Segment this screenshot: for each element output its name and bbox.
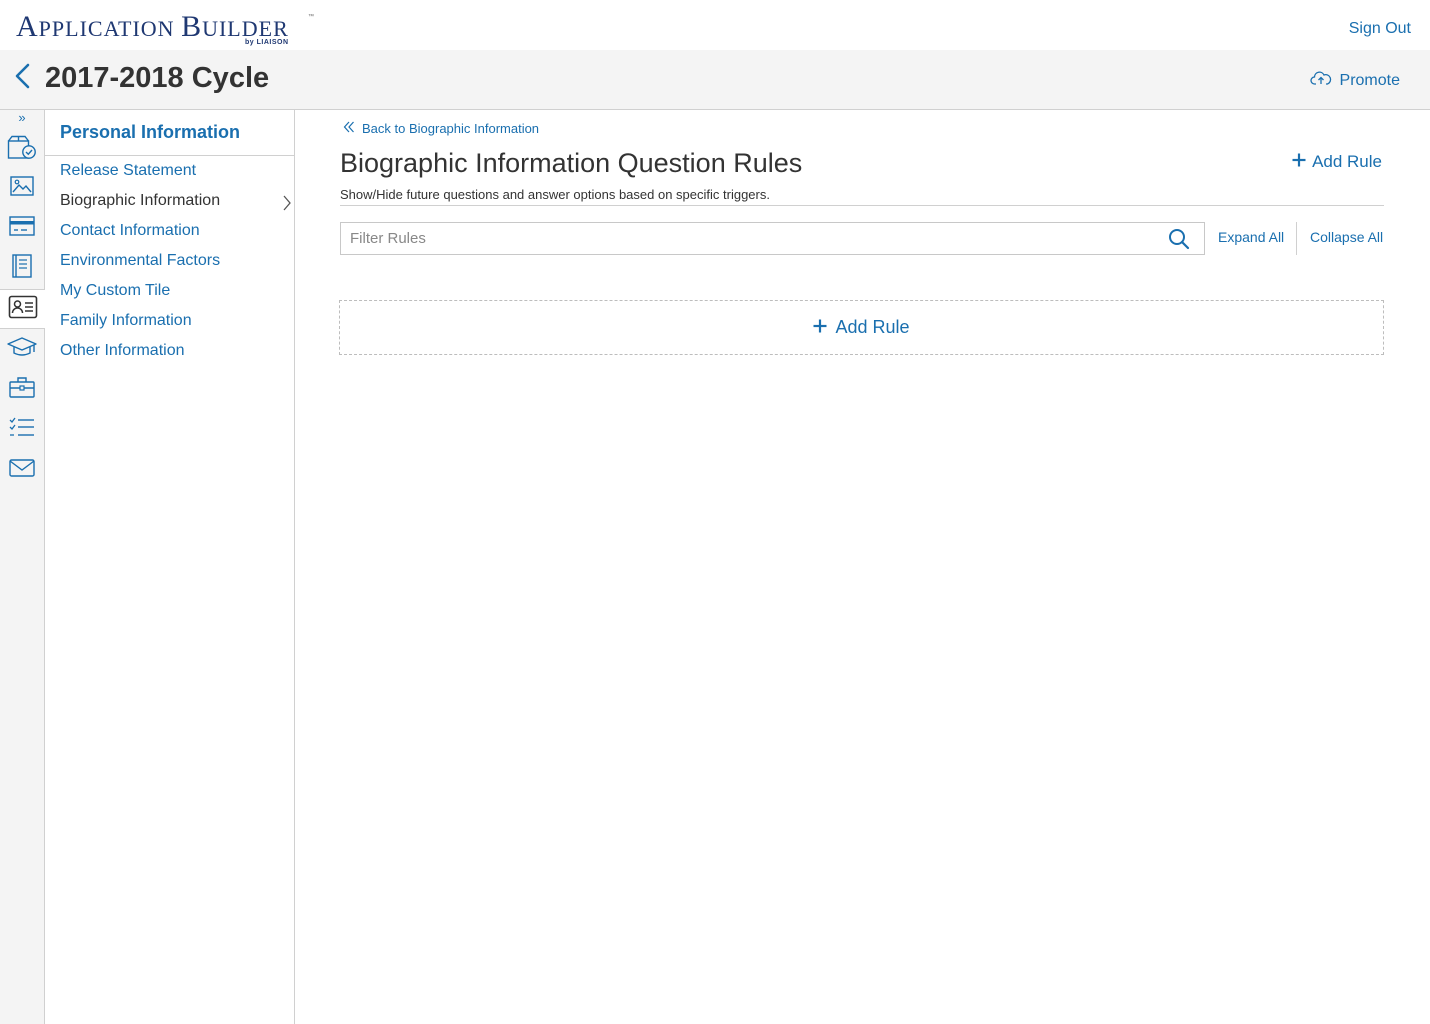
- promote-button[interactable]: Promote: [1309, 70, 1400, 91]
- logo-by-liaison: by LIAISON: [245, 39, 289, 46]
- cycle-title: 2017-2018 Cycle: [45, 62, 270, 94]
- cycle-header: 2017-2018 Cycle Promote: [0, 50, 1430, 110]
- add-rule-dropzone-button[interactable]: Add Rule: [339, 300, 1384, 355]
- expand-rail-icon[interactable]: »: [0, 110, 44, 128]
- section-sidenav: Personal Information Release Statement B…: [45, 110, 295, 1024]
- back-link-label: Back to Biographic Information: [362, 121, 540, 136]
- rail-item-program[interactable]: [0, 130, 44, 170]
- image-icon: [9, 175, 35, 202]
- expand-all-link[interactable]: Expand All: [1218, 229, 1284, 245]
- chevron-right-icon: [282, 195, 292, 211]
- back-chevron-icon[interactable]: [12, 62, 34, 92]
- nav-item-environmental-factors[interactable]: Environmental Factors: [60, 252, 220, 270]
- nav-item-family-information[interactable]: Family Information: [60, 312, 192, 330]
- id-card-icon: [8, 295, 38, 324]
- top-bar: APPLICATION BUILDER ™ by LIAISON Sign Ou…: [0, 0, 1430, 50]
- title-divider: [340, 205, 1384, 206]
- checklist-icon: [8, 416, 36, 443]
- sidenav-title: Personal Information: [60, 122, 241, 142]
- page-description: Show/Hide future questions and answer op…: [340, 187, 770, 202]
- search-icon[interactable]: [1168, 228, 1190, 250]
- add-rule-label: Add Rule: [1312, 152, 1382, 171]
- filter-rules-input[interactable]: [341, 223, 1141, 254]
- back-to-biographic-link[interactable]: Back to Biographic Information: [343, 121, 539, 136]
- rail-item-documents[interactable]: [0, 248, 44, 288]
- cloud-upload-icon: [1309, 70, 1332, 91]
- plus-icon: [1292, 152, 1306, 172]
- collapse-all-link[interactable]: Collapse All: [1310, 229, 1383, 245]
- add-rule-box-label: Add Rule: [835, 317, 910, 337]
- toolbar-divider: [1296, 222, 1297, 255]
- rail-item-media[interactable]: [0, 168, 44, 208]
- promote-label: Promote: [1339, 71, 1400, 89]
- rail-item-messages[interactable]: [0, 450, 44, 490]
- rail-item-payment[interactable]: [0, 208, 44, 248]
- program-check-icon: [7, 135, 37, 166]
- rail-item-academic[interactable]: [0, 329, 44, 369]
- graduation-cap-icon: [6, 336, 38, 363]
- rail-item-experiences[interactable]: [0, 369, 44, 409]
- filter-rules-field: [340, 222, 1205, 255]
- nav-item-biographic-information[interactable]: Biographic Information: [60, 192, 220, 210]
- nav-item-other-information[interactable]: Other Information: [60, 342, 185, 360]
- briefcase-icon: [8, 375, 36, 404]
- double-chevron-left-icon: [343, 121, 355, 136]
- sidenav-divider: [45, 155, 294, 156]
- payment-card-icon: [8, 215, 36, 242]
- nav-item-release-statement[interactable]: Release Statement: [60, 162, 196, 180]
- page-title: Biographic Information Question Rules: [340, 148, 803, 178]
- logo-trademark: ™: [308, 14, 314, 20]
- add-rule-button[interactable]: Add Rule: [1292, 152, 1382, 172]
- envelope-icon: [8, 457, 36, 484]
- main-content: Back to Biographic Information Biographi…: [295, 110, 1430, 1024]
- sign-out-link[interactable]: Sign Out: [1349, 20, 1411, 38]
- rail-item-personal-information[interactable]: [0, 289, 46, 329]
- book-icon: [10, 253, 34, 284]
- icon-rail: »: [0, 110, 46, 1024]
- nav-item-contact-information[interactable]: Contact Information: [60, 222, 200, 240]
- rail-item-questions[interactable]: [0, 409, 44, 449]
- nav-item-my-custom-tile[interactable]: My Custom Tile: [60, 282, 170, 300]
- plus-icon: [813, 317, 827, 338]
